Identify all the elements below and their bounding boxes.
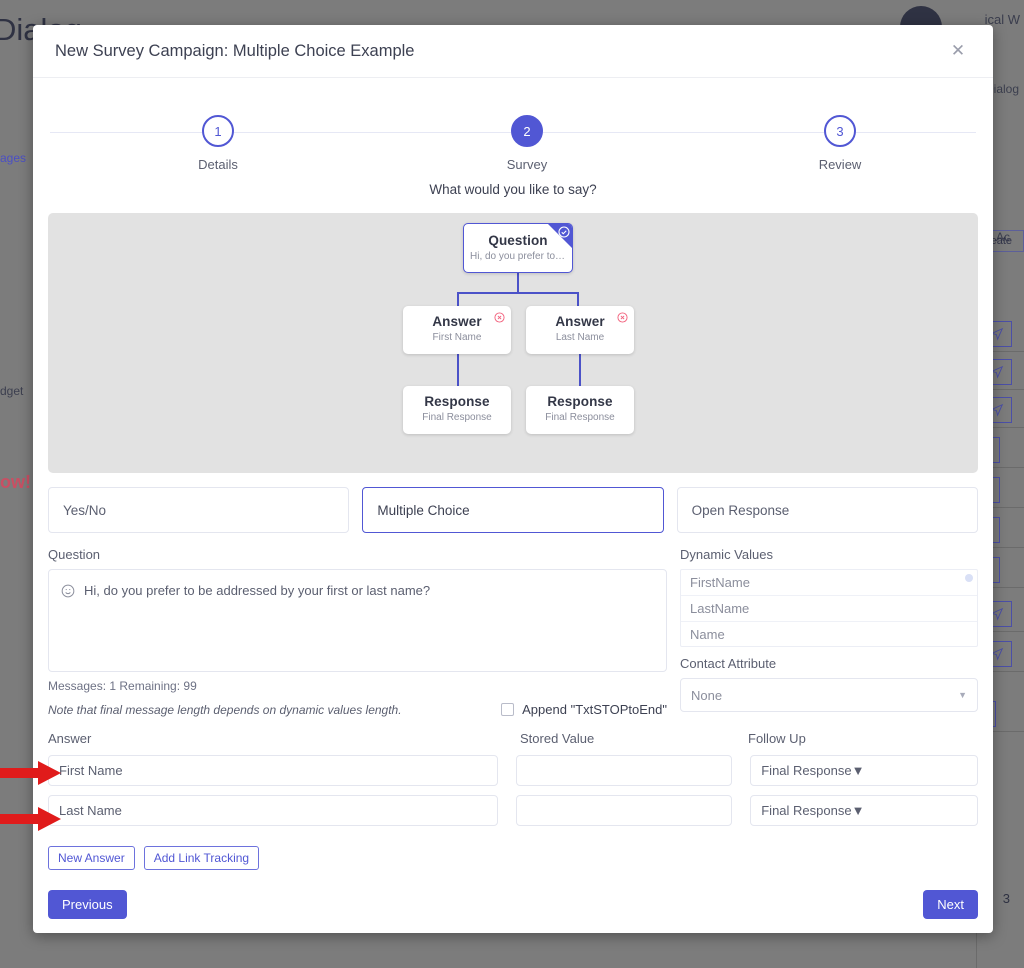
step-number: 3 (824, 115, 856, 147)
list-item[interactable]: Name (681, 622, 977, 646)
column-header-follow-up: Follow Up (748, 731, 806, 746)
follow-up-select-2[interactable]: Final Response ▼ (750, 795, 978, 826)
question-section: Question Hi, do you prefer to be address… (48, 547, 978, 717)
question-label: Question (48, 547, 101, 562)
answer-row-2: Final Response ▼ (48, 795, 978, 826)
answer-input-2[interactable] (48, 795, 499, 826)
stored-value-input-1[interactable] (516, 755, 733, 786)
chevron-down-icon: ▼ (851, 763, 865, 778)
modal-body: 1 Details 2 Survey 3 Review What would y… (33, 88, 993, 919)
answers-header: Answer Stored Value Follow Up (48, 731, 978, 746)
node-subtitle: First Name (432, 332, 482, 343)
delete-circle-icon[interactable] (494, 312, 505, 323)
step-label: Review (818, 157, 862, 172)
list-item[interactable]: FirstName (681, 570, 977, 596)
follow-up-value: Final Response (761, 763, 852, 778)
check-circle-icon (558, 226, 570, 238)
step-survey[interactable]: 2 Survey (467, 115, 587, 172)
step-label: Details (198, 157, 238, 172)
list-item[interactable]: LastName (681, 596, 977, 622)
background-page-number: 3 (1002, 891, 1010, 906)
question-text: Hi, do you prefer to be addressed by you… (84, 583, 431, 598)
step-number: 1 (202, 115, 234, 147)
add-link-tracking-button[interactable]: Add Link Tracking (143, 846, 260, 870)
flow-node-answer-2[interactable]: Answer Last Name (526, 306, 634, 354)
flow-node-response-1[interactable]: Response Final Response (403, 386, 511, 434)
follow-up-select-1[interactable]: Final Response ▼ (750, 755, 978, 786)
note-row: Note that final message length depends o… (48, 702, 667, 717)
question-input[interactable]: Hi, do you prefer to be addressed by you… (48, 569, 667, 672)
node-title: Response (547, 394, 613, 409)
checkbox-box[interactable] (501, 703, 515, 716)
next-button[interactable]: Next (923, 890, 978, 919)
modal-header: New Survey Campaign: Multiple Choice Exa… (33, 25, 993, 78)
scroll-indicator[interactable] (965, 574, 973, 582)
node-title: Response (424, 394, 490, 409)
append-stop-checkbox[interactable]: Append "TxtSTOPtoEnd" (501, 702, 667, 717)
contact-attribute-select[interactable]: None ▼ (680, 678, 978, 712)
dynamic-values-column: Dynamic Values FirstName LastName Name C… (680, 547, 978, 717)
flow-node-question[interactable]: Question Hi, do you prefer to b... (463, 223, 573, 273)
length-note: Note that final message length depends o… (48, 702, 402, 717)
chevron-down-icon: ▼ (958, 690, 967, 700)
contact-attribute-value: None (691, 687, 723, 703)
tab-yes-no[interactable]: Yes/No (48, 487, 350, 533)
flow-node-answer-1[interactable]: Answer First Name (403, 306, 511, 354)
arrow-last-name (0, 807, 61, 831)
node-subtitle: Final Response (545, 412, 615, 423)
survey-prompt: What would you like to say? (429, 182, 597, 197)
node-subtitle: Final Response (422, 412, 492, 423)
tab-open-response[interactable]: Open Response (676, 487, 978, 533)
column-header-stored-value: Stored Value (520, 731, 595, 746)
survey-flow-canvas[interactable]: Question Hi, do you prefer to b... Answe… (48, 213, 978, 473)
chevron-down-icon: ▼ (851, 803, 865, 818)
background-link-pages[interactable]: ages (0, 151, 26, 165)
dynamic-values-list[interactable]: FirstName LastName Name (680, 569, 978, 647)
close-icon[interactable]: ✕ (945, 38, 971, 64)
delete-circle-icon[interactable] (617, 312, 628, 323)
dynamic-values-label: Dynamic Values (680, 547, 773, 562)
arrow-first-name (0, 761, 61, 785)
wizard-stepper: 1 Details 2 Survey 3 Review (48, 88, 978, 176)
wizard-nav: Previous Next (48, 890, 978, 919)
follow-up-value: Final Response (761, 803, 852, 818)
step-details[interactable]: 1 Details (158, 115, 278, 172)
connector-horizontal (457, 292, 579, 294)
message-counter: Messages: 1 Remaining: 99 (48, 679, 197, 693)
background-promo-text: ow! (0, 472, 31, 492)
previous-button[interactable]: Previous (48, 890, 127, 919)
node-subtitle: Last Name (555, 332, 605, 343)
tab-multiple-choice[interactable]: Multiple Choice (362, 487, 664, 533)
step-number: 2 (511, 115, 543, 147)
question-type-tabs: Yes/No Multiple Choice Open Response (48, 487, 978, 533)
page-title: New Survey Campaign: Multiple Choice Exa… (55, 41, 415, 60)
step-review[interactable]: 3 Review (780, 115, 900, 172)
column-header-answer: Answer (48, 731, 92, 746)
contact-attribute-label: Contact Attribute (680, 656, 777, 671)
question-column: Question Hi, do you prefer to be address… (48, 547, 667, 717)
survey-campaign-modal: New Survey Campaign: Multiple Choice Exa… (33, 25, 993, 933)
emoji-smiley-icon[interactable] (61, 584, 75, 598)
connector-answer2-response2 (579, 353, 581, 387)
answer-row-1: Final Response ▼ (48, 755, 978, 786)
connector-question-trunk (517, 273, 519, 293)
answer-input-1[interactable] (48, 755, 499, 786)
append-stop-label: Append "TxtSTOPtoEnd" (522, 702, 667, 717)
background-label-widget: dget (0, 384, 24, 398)
step-label: Survey (506, 157, 548, 172)
node-subtitle: Hi, do you prefer to b... (470, 251, 572, 262)
answer-actions: New Answer Add Link Tracking (48, 846, 978, 870)
flow-node-response-2[interactable]: Response Final Response (526, 386, 634, 434)
stored-value-input-2[interactable] (516, 795, 733, 826)
connector-answer1-response1 (457, 353, 459, 387)
new-answer-button[interactable]: New Answer (48, 846, 135, 870)
